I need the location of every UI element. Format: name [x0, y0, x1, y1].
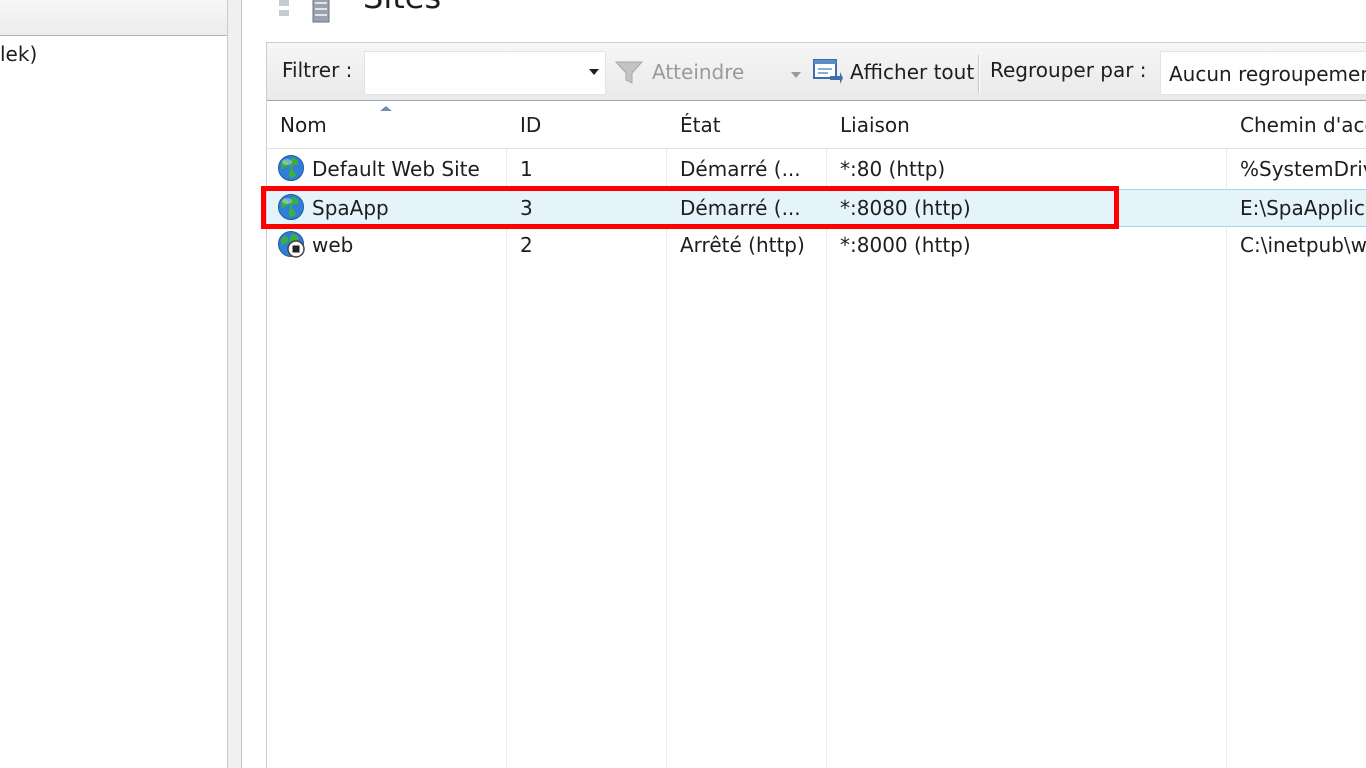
- pane-splitter[interactable]: [228, 0, 242, 768]
- show-all-icon: [813, 59, 843, 84]
- group-by-select[interactable]: Aucun regroupement: [1160, 51, 1366, 95]
- column-header-binding[interactable]: Liaison: [840, 113, 910, 137]
- main-content: Sites Filtrer : Atteindre: [243, 0, 1366, 768]
- column-header-name[interactable]: Nom: [280, 113, 327, 137]
- globe-icon: [278, 155, 304, 181]
- connections-pane-header: [0, 0, 227, 36]
- group-by-label: Regrouper par :: [990, 58, 1147, 82]
- goto-dropdown-icon[interactable]: [791, 72, 801, 78]
- cell-path: %SystemDrive%\inetpub\wwwroot: [1240, 157, 1366, 181]
- sort-ascending-icon: [380, 106, 392, 111]
- cell-path: C:\inetpub\web: [1240, 233, 1366, 257]
- table-row[interactable]: web 2 Arrêté (http) *:8000 (http) C:\ine…: [267, 227, 1366, 265]
- filter-input[interactable]: [365, 52, 581, 94]
- cell-state: Arrêté (http): [680, 233, 805, 257]
- connections-pane: lek): [0, 0, 228, 768]
- cell-id: 2: [520, 233, 533, 257]
- cell-id: 1: [520, 157, 533, 181]
- tree-item-server[interactable]: lek): [0, 42, 37, 66]
- filter-combobox[interactable]: [364, 51, 606, 95]
- globe-stopped-icon: [278, 231, 305, 258]
- cell-name: web: [312, 233, 354, 257]
- column-header-path[interactable]: Chemin d'accès: [1240, 113, 1366, 137]
- table-row[interactable]: Default Web Site 1 Démarré (... *:80 (ht…: [267, 151, 1366, 189]
- show-all-label: Afficher tout: [850, 60, 975, 84]
- funnel-icon: [614, 61, 644, 84]
- goto-button[interactable]: Atteindre: [614, 51, 744, 93]
- highlight-annotation: [261, 186, 1119, 229]
- goto-label: Atteindre: [652, 60, 745, 84]
- column-header-id[interactable]: ID: [520, 113, 541, 137]
- cell-binding: *:8000 (http): [840, 233, 971, 257]
- cell-path: E:\SpaApplication: [1240, 196, 1366, 220]
- sites-panel: Filtrer : Atteindre Afficher tout Regrou…: [266, 42, 1366, 768]
- show-all-button[interactable]: Afficher tout: [812, 51, 974, 93]
- chevron-down-icon[interactable]: [589, 69, 599, 75]
- page-title: Sites: [363, 0, 441, 16]
- column-header-state[interactable]: État: [680, 113, 721, 137]
- filter-toolbar: Filtrer : Atteindre Afficher tout Regrou…: [267, 43, 1366, 101]
- toolbar-separator: [978, 55, 980, 93]
- cell-binding: *:80 (http): [840, 157, 946, 181]
- cell-name: Default Web Site: [312, 157, 480, 181]
- cell-state: Démarré (...: [680, 157, 801, 181]
- grid-header: Nom ID État Liaison Chemin d'accès: [267, 101, 1366, 149]
- filter-label: Filtrer :: [282, 58, 353, 82]
- server-icon: [279, 0, 330, 23]
